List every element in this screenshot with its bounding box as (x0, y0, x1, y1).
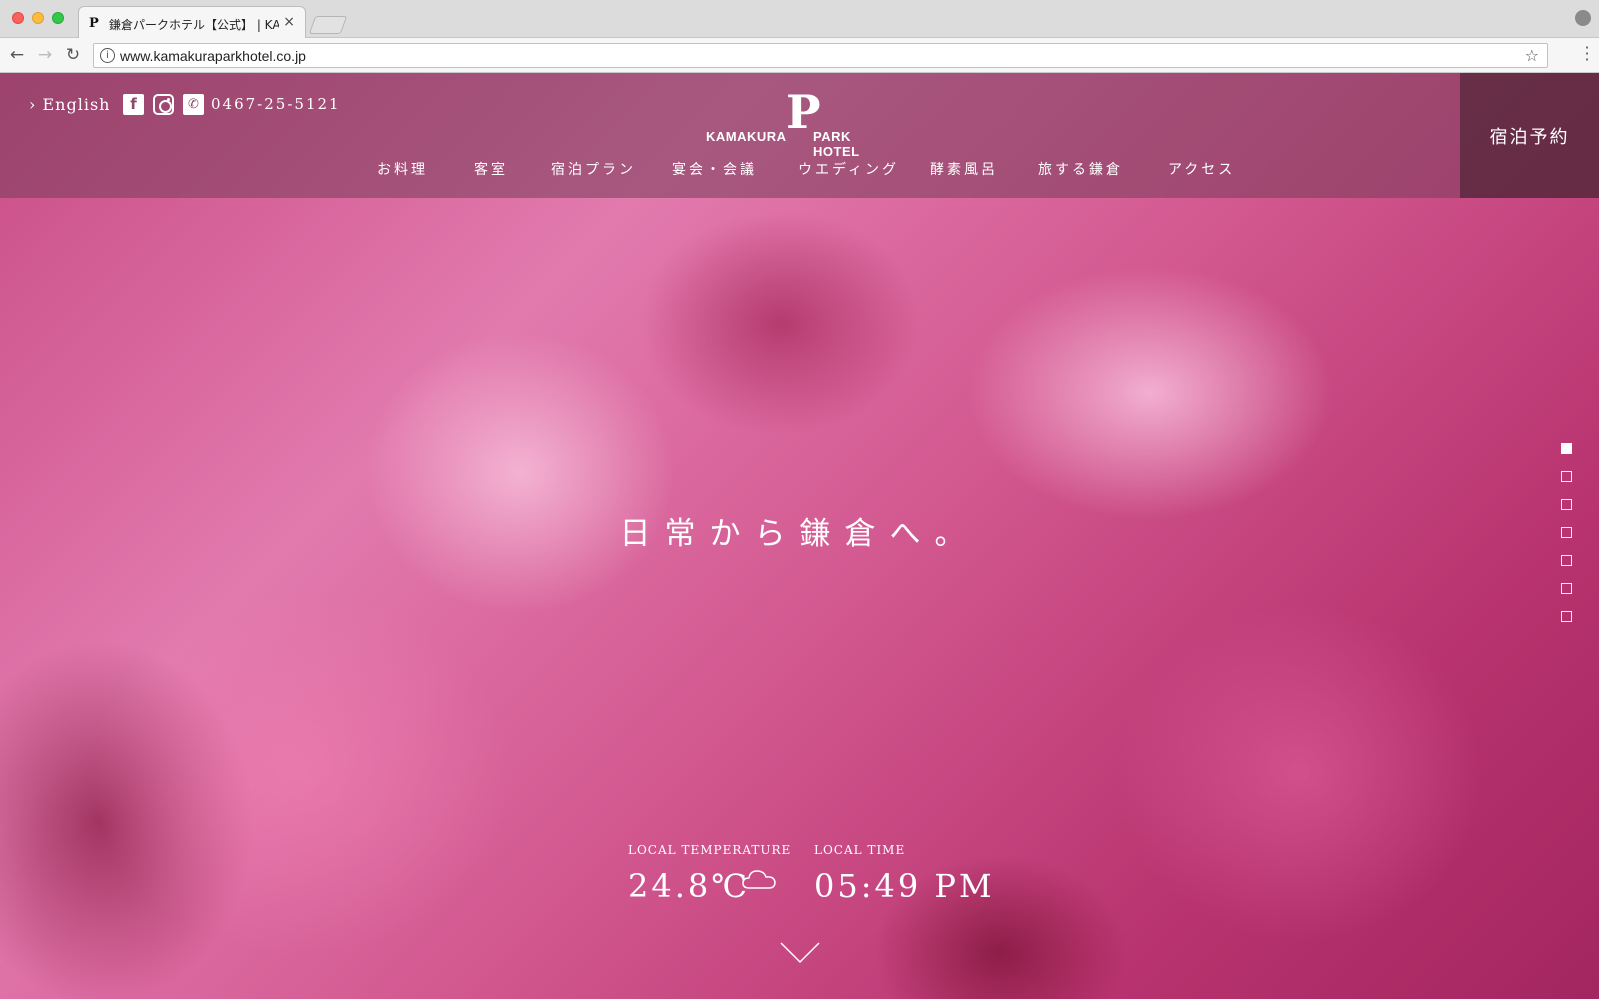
hero-catchphrase: 日常から鎌倉へ。 (619, 516, 980, 552)
reservation-label: 宿泊予約 (1489, 127, 1570, 148)
phone-icon[interactable]: ✆ (183, 94, 204, 115)
slide-dot[interactable] (1561, 443, 1572, 454)
browser-titlebar: P 鎌倉パークホテル【公式】 | KAMAKURA × (0, 0, 1599, 39)
browser-tab[interactable]: P 鎌倉パークホテル【公式】 | KAMAKURA × (78, 6, 306, 39)
time-label: LOCAL TIME (814, 843, 906, 857)
english-link[interactable]: › English (29, 95, 110, 114)
address-bar[interactable]: i www.kamakuraparkhotel.co.jp ☆ (93, 43, 1548, 68)
url-text[interactable]: www.kamakuraparkhotel.co.jp (120, 48, 306, 64)
slide-dot[interactable] (1561, 471, 1572, 482)
logo-text-park-hotel: PARK HOTEL (813, 129, 860, 159)
nav-cuisine[interactable]: お料理 (377, 159, 428, 179)
browser-toolbar: ← → ↻ i www.kamakuraparkhotel.co.jp ☆ · ·… (0, 38, 1599, 73)
nav-access[interactable]: アクセス (1168, 159, 1235, 179)
tab-title: 鎌倉パークホテル【公式】 | KAMAKURA (109, 18, 279, 32)
info-icon[interactable]: i (100, 48, 115, 63)
nav-rooms[interactable]: 客室 (474, 159, 508, 179)
minimize-window-button[interactable] (32, 12, 44, 24)
global-nav: お料理 客室 宿泊プラン 宴会・会議 ウエディング 酵素風呂 旅する鎌倉 アクセ… (0, 159, 1599, 179)
nav-enzyme-bath[interactable]: 酵素風呂 (930, 159, 998, 179)
slide-dot[interactable] (1561, 555, 1572, 566)
nav-stay-plans[interactable]: 宿泊プラン (551, 159, 636, 179)
nav-travel-kamakura[interactable]: 旅する鎌倉 (1038, 159, 1123, 179)
reload-icon[interactable]: ↻ (62, 44, 84, 66)
maximize-window-button[interactable] (52, 12, 64, 24)
chevron-down-icon[interactable] (779, 941, 821, 965)
forward-arrow-icon[interactable]: → (34, 44, 56, 66)
close-window-button[interactable] (12, 12, 24, 24)
slide-dot[interactable] (1561, 499, 1572, 510)
temperature-value: 24.8℃ (628, 867, 751, 905)
time-value: 05:49 PM (814, 867, 995, 905)
new-tab-button[interactable] (308, 16, 348, 34)
phone-number[interactable]: 0467-25-5121 (211, 95, 341, 113)
slide-dot[interactable] (1561, 583, 1572, 594)
tab-close-icon[interactable]: × (283, 14, 295, 30)
cloud-icon (742, 870, 776, 889)
menu-icon[interactable]: · · · (1583, 40, 1591, 68)
back-arrow-icon[interactable]: ← (6, 44, 28, 66)
slide-dot[interactable] (1561, 611, 1572, 622)
facebook-icon[interactable]: f (123, 94, 144, 115)
favicon-icon: P (89, 16, 99, 31)
nav-wedding[interactable]: ウエディング (798, 159, 899, 179)
slide-dot[interactable] (1561, 527, 1572, 538)
logo-text-kamakura: KAMAKURA (706, 129, 787, 144)
temperature-label: LOCAL TEMPERATURE (628, 843, 792, 857)
star-icon[interactable]: ☆ (1525, 46, 1539, 65)
instagram-icon[interactable] (153, 94, 174, 115)
profile-icon[interactable] (1575, 10, 1591, 26)
reservation-button[interactable]: 宿泊予約 (1460, 73, 1599, 198)
hero-page: › English f ✆ 0467-25-5121 P KAMAKURA PA… (0, 73, 1599, 999)
nav-banquet[interactable]: 宴会・会議 (672, 159, 757, 179)
site-logo[interactable]: P KAMAKURA PARK HOTEL (700, 87, 900, 159)
